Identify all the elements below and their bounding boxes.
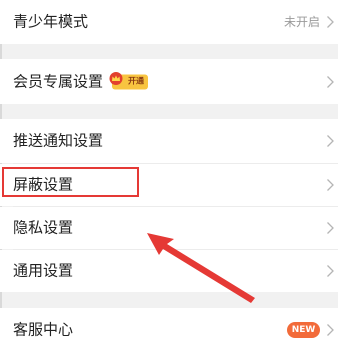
settings-item-label: 隐私设置 <box>13 218 74 237</box>
chevron-right-icon <box>327 16 334 28</box>
settings-item-label: 会员专属设置 <box>13 72 104 90</box>
settings-item-general[interactable]: 通用设置 <box>0 250 338 292</box>
crown-icon <box>109 71 123 85</box>
chevron-right-icon <box>327 265 334 277</box>
settings-item-teen-mode[interactable]: 青少年模式 未开启 <box>0 0 338 44</box>
settings-item-member[interactable]: 会员专属设置 开通 <box>0 59 338 104</box>
settings-item-label: 客服中心 <box>13 320 74 339</box>
chevron-right-icon <box>327 75 334 88</box>
chevron-right-icon <box>327 179 334 191</box>
member-open-badge: 开通 <box>109 71 148 89</box>
settings-item-customer-service[interactable]: 客服中心 NEW <box>0 308 338 352</box>
settings-item-privacy[interactable]: 隐私设置 <box>0 207 338 249</box>
chevron-right-icon <box>327 324 334 336</box>
settings-item-label: 推送通知设置 <box>13 131 104 150</box>
new-badge: NEW <box>287 322 320 338</box>
member-badge-text: 开通 <box>128 76 144 86</box>
highlight-box-block-settings <box>2 167 139 197</box>
settings-item-label: 通用设置 <box>13 261 74 280</box>
chevron-right-icon <box>327 222 334 234</box>
teen-mode-status: 未开启 <box>283 15 320 29</box>
settings-item-label: 青少年模式 <box>13 12 89 31</box>
chevron-right-icon <box>327 135 334 147</box>
settings-item-push[interactable]: 推送通知设置 <box>0 119 338 163</box>
